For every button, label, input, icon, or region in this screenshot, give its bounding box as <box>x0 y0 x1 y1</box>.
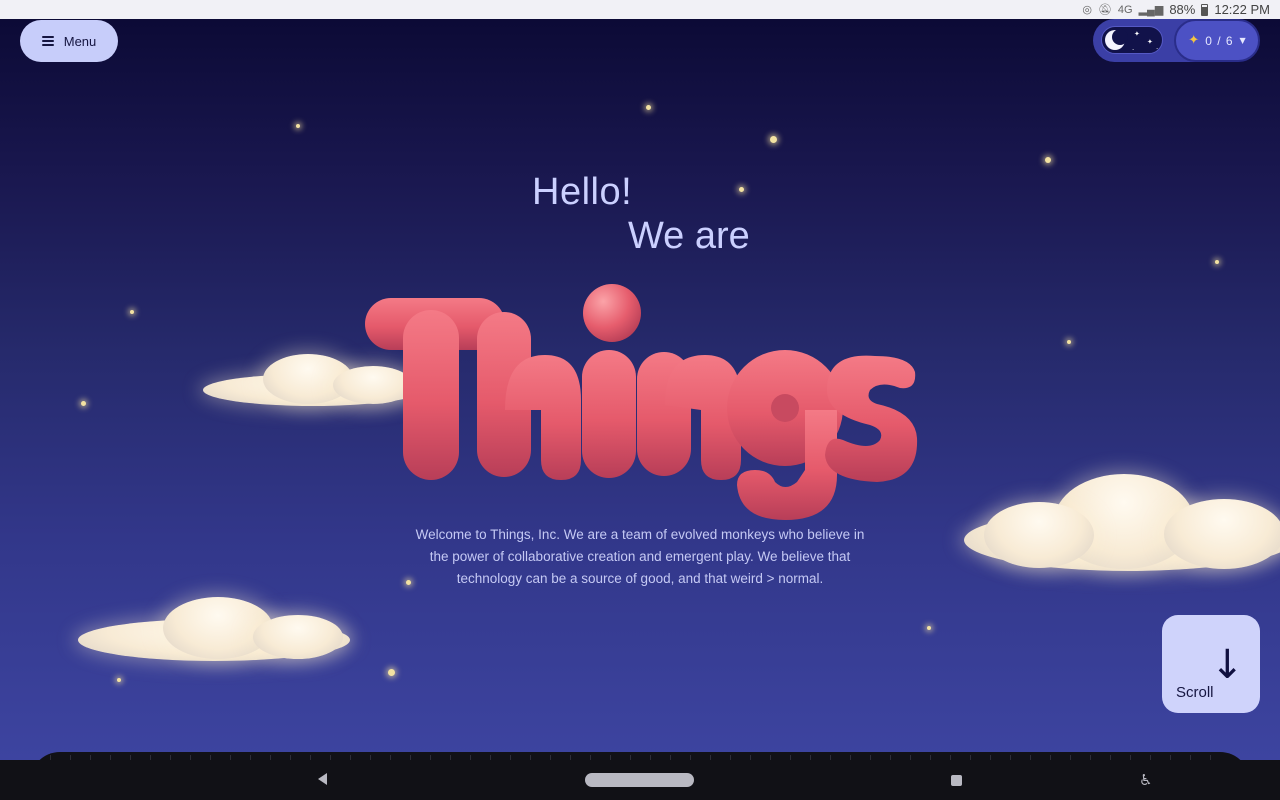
mute-icon: 🔕︎ <box>1097 4 1112 16</box>
cloud <box>78 597 350 665</box>
content-panel-edge <box>30 752 1250 760</box>
scroll-label: Scroll <box>1176 684 1214 701</box>
cloud <box>964 474 1280 574</box>
moon-icon <box>1105 29 1128 50</box>
menu-button[interactable]: Menu <box>20 20 118 62</box>
star <box>117 678 121 682</box>
star <box>1215 260 1219 264</box>
star <box>81 401 86 406</box>
status-bar: ◎ 🔕︎ 4G ▂▄▆ 88% 12:22 PM <box>0 0 1280 19</box>
location-icon: ◎ <box>1082 4 1092 16</box>
chevron-down-icon: ▼ <box>1239 36 1246 45</box>
intro-paragraph: Welcome to Things, Inc. We are a team of… <box>415 527 865 586</box>
star <box>927 626 931 630</box>
battery-icon <box>1201 3 1209 16</box>
star <box>770 136 777 143</box>
star <box>1045 157 1051 163</box>
clock: 12:22 PM <box>1214 2 1270 17</box>
recents-icon[interactable] <box>951 775 962 786</box>
battery-percent: 88% <box>1169 2 1196 17</box>
star <box>646 105 651 110</box>
arrow-down-icon: ↓ <box>1210 642 1244 688</box>
system-nav-bar: ♿︎ <box>0 760 1280 800</box>
star <box>130 310 134 314</box>
star <box>739 187 744 192</box>
sparkle-icon: ✦ <box>1188 33 1200 48</box>
menu-label: Menu <box>63 33 97 49</box>
hero-scene: Hello! We are Welcome to Things, Inc. We… <box>0 19 1280 760</box>
things-logo <box>365 284 918 520</box>
star <box>296 124 300 128</box>
network-label: 4G <box>1117 3 1133 16</box>
back-icon[interactable] <box>318 773 327 785</box>
collectibles-counter[interactable]: ✦ 0 / 6 ▼ <box>1174 19 1260 62</box>
hamburger-icon <box>41 36 54 46</box>
greeting-line-2: We are <box>628 215 750 257</box>
greeting-line-1: Hello! <box>532 171 633 213</box>
star <box>1067 340 1071 344</box>
scroll-button[interactable]: ↓ Scroll <box>1162 615 1260 713</box>
signal-icon: ▂▄▆ <box>1138 4 1164 16</box>
theme-toggle[interactable]: ✦ ✦ · · <box>1101 26 1163 54</box>
accessibility-icon[interactable]: ♿︎ <box>1139 771 1152 789</box>
star <box>388 669 395 676</box>
home-pill-icon[interactable] <box>585 773 694 787</box>
collectibles-count: 0 / 6 <box>1205 33 1234 48</box>
